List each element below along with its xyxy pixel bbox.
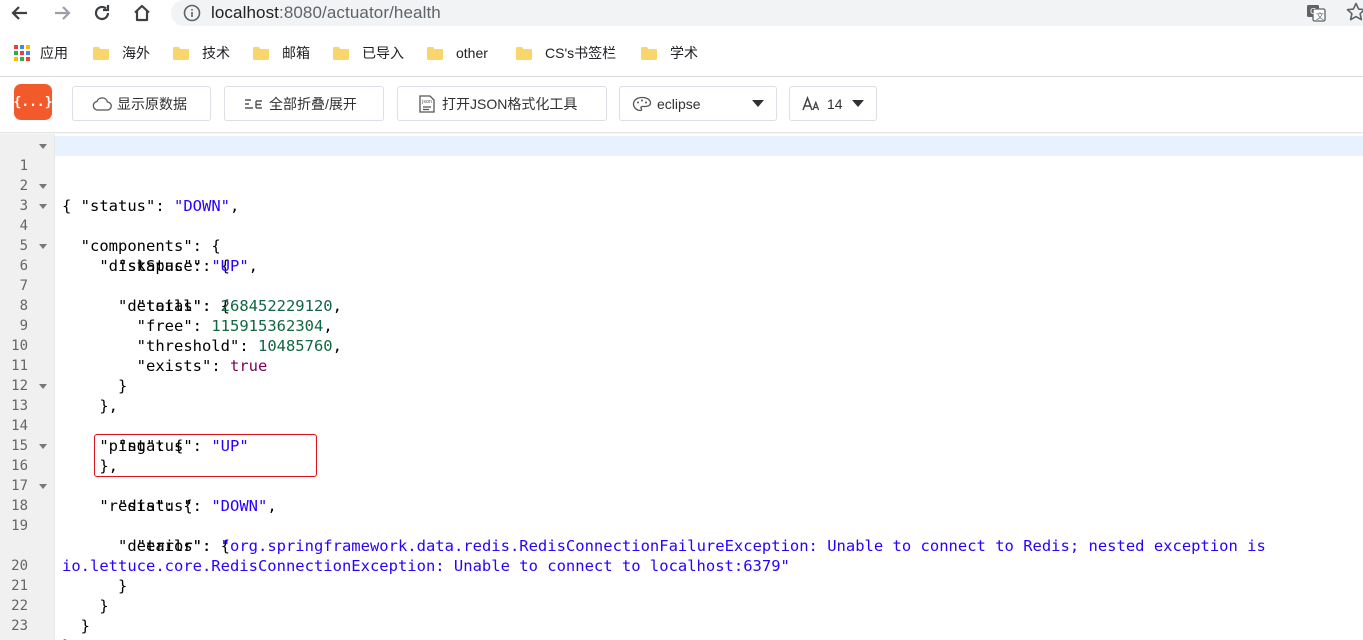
show-raw-button[interactable]: 显示原数据 (72, 86, 211, 121)
folder-icon (253, 46, 269, 60)
fold-toggle-icon[interactable] (38, 376, 48, 396)
folder-icon (427, 46, 443, 60)
code-line: 23 } (0, 596, 1363, 640)
theme-select[interactable]: eclipse (619, 86, 777, 121)
code-line: 10 "exists": true (0, 316, 1363, 375)
bookmarks-bar: 应用 海外 技术 邮箱 已导入 other CS's书签栏 学术 (0, 27, 1363, 77)
palette-icon (632, 96, 652, 111)
folder-icon (641, 46, 657, 60)
code-line: 21 } (0, 556, 1363, 615)
code-line: 1 { (0, 136, 1363, 215)
toggle-fold-label: 全部折叠/展开 (269, 95, 357, 112)
font-size-value: 14 (827, 95, 843, 112)
code-line: 18 "details": { (0, 476, 1363, 555)
chevron-down-icon (752, 100, 764, 107)
bookmark-label: 邮箱 (282, 45, 310, 61)
url-host: localhost (211, 3, 279, 22)
url-bar[interactable]: localhost:8080/actuator/health G文 (171, 0, 1363, 26)
fold-toggle-icon[interactable] (38, 476, 48, 496)
theme-value: eclipse (657, 95, 701, 112)
forward-button[interactable] (50, 2, 74, 24)
arrow-right-icon (55, 6, 71, 20)
code-line: 12 }, (0, 356, 1363, 415)
reload-icon (94, 5, 110, 21)
url-text[interactable]: localhost:8080/actuator/health (211, 2, 441, 24)
code-line: 2 "status": "DOWN", (0, 156, 1363, 215)
bookmark-folder[interactable]: 学术 (641, 42, 698, 64)
code-line: 5 "status": "UP", (0, 216, 1363, 275)
code-line: 20 } (0, 536, 1363, 595)
bookmark-star-icon[interactable] (1345, 1, 1363, 23)
fold-toggle-icon[interactable] (38, 236, 48, 256)
folder-icon (173, 46, 189, 60)
bookmark-label: 已导入 (362, 45, 404, 61)
code-line: 4 "diskSpace": { (0, 196, 1363, 275)
bookmark-folder[interactable]: 海外 (93, 42, 150, 64)
apps-grid-icon (14, 45, 30, 61)
bookmark-label: 学术 (670, 45, 698, 61)
code-line: 7 "total": 268452229120, (0, 256, 1363, 315)
json-file-icon: json (419, 94, 435, 113)
folder-icon (333, 46, 349, 60)
arrow-left-icon (11, 6, 27, 20)
home-icon (134, 4, 150, 22)
code-line: 22 } (0, 576, 1363, 635)
open-formatter-button[interactable]: json 打开JSON格式化工具 (397, 86, 607, 121)
fold-toggle-icon[interactable] (38, 436, 48, 456)
bookmark-folder[interactable]: 技术 (173, 42, 230, 64)
svg-text:文: 文 (1316, 11, 1324, 21)
bookmark-label: other (456, 45, 488, 61)
fold-toggle-icon[interactable] (38, 136, 48, 156)
bookmark-label: 技术 (202, 45, 230, 61)
chevron-down-icon (852, 100, 864, 107)
line-number: 23 (11, 618, 28, 634)
code-line: 3 "components": { (0, 176, 1363, 255)
fold-toggle-icon[interactable] (38, 196, 48, 216)
code-line: 17 "status": "DOWN", (0, 456, 1363, 515)
show-raw-label: 显示原数据 (117, 95, 187, 112)
json-viewer-logo[interactable]: {...} (13, 84, 53, 120)
code-line: 14 "status": "UP" (0, 396, 1363, 455)
fold-toggle-icon[interactable] (38, 176, 48, 196)
bookmark-folder[interactable]: CS's书签栏 (516, 42, 616, 64)
browser-address-bar: localhost:8080/actuator/health G文 (0, 0, 1363, 27)
code-line-wrapped: io.lettuce.core.RedisConnectionException… (0, 516, 1363, 575)
bookmark-folder[interactable]: 邮箱 (253, 42, 310, 64)
toggle-fold-button[interactable]: 全部折叠/展开 (224, 86, 384, 121)
font-size-icon (802, 95, 820, 110)
code-line: 19 "error": "org.springframework.data.re… (0, 496, 1363, 555)
bookmark-label: 海外 (122, 45, 150, 61)
bookmark-folder[interactable]: other (427, 42, 488, 64)
code-line: 11 } (0, 336, 1363, 395)
fold-all-icon (245, 98, 262, 109)
open-formatter-label: 打开JSON格式化工具 (442, 95, 578, 112)
bookmark-apps[interactable]: 应用 (14, 42, 68, 64)
code-line: 9 "threshold": 10485760, (0, 296, 1363, 355)
info-icon[interactable] (183, 4, 201, 22)
url-path: :8080/actuator/health (279, 3, 441, 22)
bookmark-folder[interactable]: 已导入 (333, 42, 404, 64)
svg-text:json: json (421, 99, 432, 105)
code-line: 8 "free": 115915362304, (0, 276, 1363, 335)
code-line: 13 "ping": { (0, 376, 1363, 455)
translate-icon[interactable]: G文 (1306, 3, 1326, 23)
bookmark-label: 应用 (40, 45, 68, 61)
code-line: 6 "details": { (0, 236, 1363, 315)
code-line: 15 }, (0, 416, 1363, 475)
font-size-select[interactable]: 14 (789, 86, 877, 121)
back-button[interactable] (8, 2, 32, 24)
json-viewer-toolbar: {...} 显示原数据 全部折叠/展开 json 打开JSON格式化工具 ecl… (0, 77, 1363, 133)
code-line: 16 "redis": { (0, 436, 1363, 515)
json-code-view[interactable]: 1 { 2 "status": "DOWN", 3 "components": … (0, 134, 1363, 640)
home-button[interactable] (130, 2, 154, 24)
cloud-icon (92, 96, 112, 111)
reload-button[interactable] (90, 2, 114, 24)
bookmark-label: CS's书签栏 (545, 45, 617, 61)
folder-icon (93, 46, 109, 60)
folder-icon (516, 46, 532, 60)
